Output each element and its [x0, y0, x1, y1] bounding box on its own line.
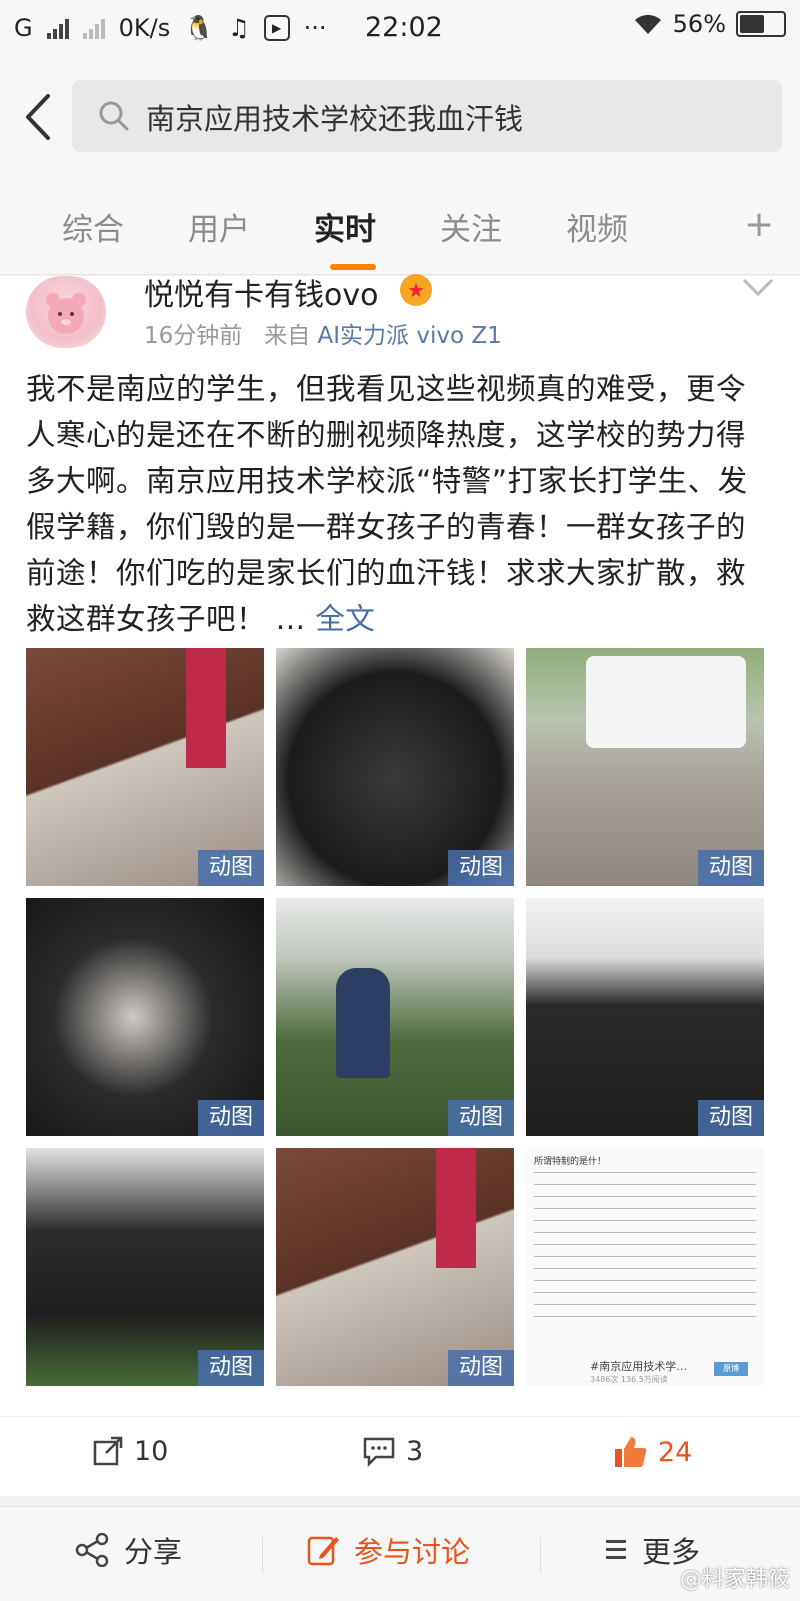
music-icon: ♫ — [228, 14, 250, 42]
doc-stats: 3486次 136.5万阅读 — [590, 1375, 668, 1384]
verified-badge-icon: ★ — [400, 274, 432, 306]
gif-badge: 动图 — [198, 850, 264, 886]
doc-text: 所谓特制的是什！ — [534, 1156, 756, 1322]
tab-comprehensive[interactable]: 综合 — [62, 204, 124, 249]
wifi-icon — [634, 14, 661, 34]
comment-button[interactable]: 3 — [362, 1435, 423, 1467]
post-meta: 16分钟前 来自 AI实力派 vivo Z1 — [144, 316, 502, 350]
username[interactable]: 悦悦有卡有钱ovo — [144, 270, 378, 314]
image-thumb-6[interactable]: 动图 — [526, 898, 764, 1136]
image-thumb-3[interactable]: 动图 — [526, 648, 764, 886]
gif-badge: 动图 — [198, 1350, 264, 1386]
image-thumb-5[interactable]: 动图 — [276, 898, 514, 1136]
chevron-down-icon[interactable] — [742, 278, 774, 298]
repost-icon — [93, 1436, 123, 1466]
doc-button: 原博 — [714, 1362, 748, 1376]
image-thumb-9[interactable]: 所谓特制的是什！ #南京应用技术学… 原博 3486次 136.5万阅读 — [526, 1148, 764, 1386]
net-speed: 0K/s — [118, 14, 171, 42]
search-tabs: 综合 用户 实时 关注 视频 — [0, 180, 800, 275]
image-grid: 动图 动图 动图 动图 动图 动图 动图 动图 所谓特制的是什！ #南京应用技术… — [26, 648, 766, 1392]
image-thumb-4[interactable]: 动图 — [26, 898, 264, 1136]
discuss-button[interactable]: 参与讨论 — [306, 1529, 470, 1571]
post-actions: 10 3 24 — [0, 1416, 800, 1489]
clock: 22:02 — [365, 12, 443, 43]
menu-icon — [606, 1540, 626, 1559]
battery-icon — [736, 11, 786, 37]
carrier-label: G — [14, 14, 33, 42]
like-count: 24 — [658, 1436, 693, 1468]
image-thumb-8[interactable]: 动图 — [276, 1148, 514, 1386]
bear-avatar-icon — [46, 293, 86, 334]
tab-realtime[interactable]: 实时 — [314, 204, 376, 249]
share-label: 分享 — [124, 1535, 183, 1569]
doc-lines-shape — [534, 1172, 756, 1322]
image-thumb-2[interactable]: 动图 — [276, 648, 514, 886]
video-icon: ▶ — [263, 15, 290, 41]
share-button[interactable]: 分享 — [74, 1529, 182, 1571]
discuss-label: 参与讨论 — [354, 1535, 471, 1569]
edit-icon — [307, 1536, 339, 1566]
back-arrow-icon[interactable] — [18, 92, 58, 142]
image-thumb-7[interactable]: 动图 — [26, 1148, 264, 1386]
like-button[interactable]: 24 — [612, 1435, 692, 1469]
add-tab-button[interactable]: + — [744, 204, 774, 245]
post-source[interactable]: AI实力派 vivo Z1 — [318, 323, 502, 349]
gif-badge: 动图 — [448, 1100, 514, 1136]
divider — [262, 1537, 263, 1573]
gif-badge: 动图 — [448, 850, 514, 886]
search-query: 南京应用技术学校还我血汗钱 — [146, 102, 524, 136]
repost-button[interactable]: 10 — [92, 1435, 168, 1467]
status-bar: G 0K/s 🐧 ♫ ▶ ··· 22:02 56% — [0, 0, 800, 56]
doc-title: 所谓特制的是什！ — [534, 1157, 607, 1167]
post-time: 16分钟前 — [144, 323, 243, 349]
divider — [540, 1537, 541, 1573]
signal-2-icon — [82, 17, 105, 39]
bottom-bar: 分享 参与讨论 更多 @料家韩筱 — [0, 1506, 800, 1601]
search-input[interactable]: 南京应用技术学校还我血汗钱 — [72, 80, 782, 152]
banner-shape — [186, 648, 226, 768]
signal-icon — [46, 17, 69, 39]
gif-badge: 动图 — [698, 850, 764, 886]
tab-following[interactable]: 关注 — [440, 204, 502, 249]
more-dots-icon: ··· — [303, 14, 327, 42]
gif-badge: 动图 — [198, 1100, 264, 1136]
battery-percent: 56% — [672, 10, 726, 38]
search-header: 南京应用技术学校还我血汗钱 — [0, 56, 800, 180]
comment-count: 3 — [406, 1435, 424, 1467]
thumbs-up-icon — [615, 1437, 647, 1467]
doc-hashtag: #南京应用技术学… — [590, 1360, 688, 1373]
search-icon — [99, 101, 129, 131]
qq-icon: 🐧 — [184, 14, 215, 42]
banner-shape — [436, 1148, 476, 1268]
gif-badge: 动图 — [698, 1100, 764, 1136]
avatar[interactable] — [26, 276, 106, 348]
ambulance-shape — [586, 656, 746, 748]
gif-badge: 动图 — [448, 1350, 514, 1386]
tab-users[interactable]: 用户 — [188, 204, 250, 249]
repost-count: 10 — [134, 1435, 169, 1467]
post-card: 悦悦有卡有钱ovo ★ 16分钟前 来自 AI实力派 vivo Z1 我不是南应… — [0, 274, 800, 1496]
post-text: 我不是南应的学生，但我看见这些视频真的难受，更令人寒心的是还在不断的删视频降热度… — [26, 366, 766, 642]
post-body: 我不是南应的学生，但我看见这些视频真的难受，更令人寒心的是还在不断的删视频降热度… — [26, 372, 748, 636]
person-shape — [336, 968, 390, 1078]
image-thumb-1[interactable]: 动图 — [26, 648, 264, 886]
tab-video[interactable]: 视频 — [566, 204, 628, 249]
share-icon — [75, 1533, 109, 1567]
full-text-link[interactable]: 全文 — [315, 602, 375, 636]
watermark: @料家韩筱 — [679, 1567, 790, 1592]
source-prefix: 来自 — [264, 323, 311, 349]
comment-icon — [363, 1437, 395, 1467]
